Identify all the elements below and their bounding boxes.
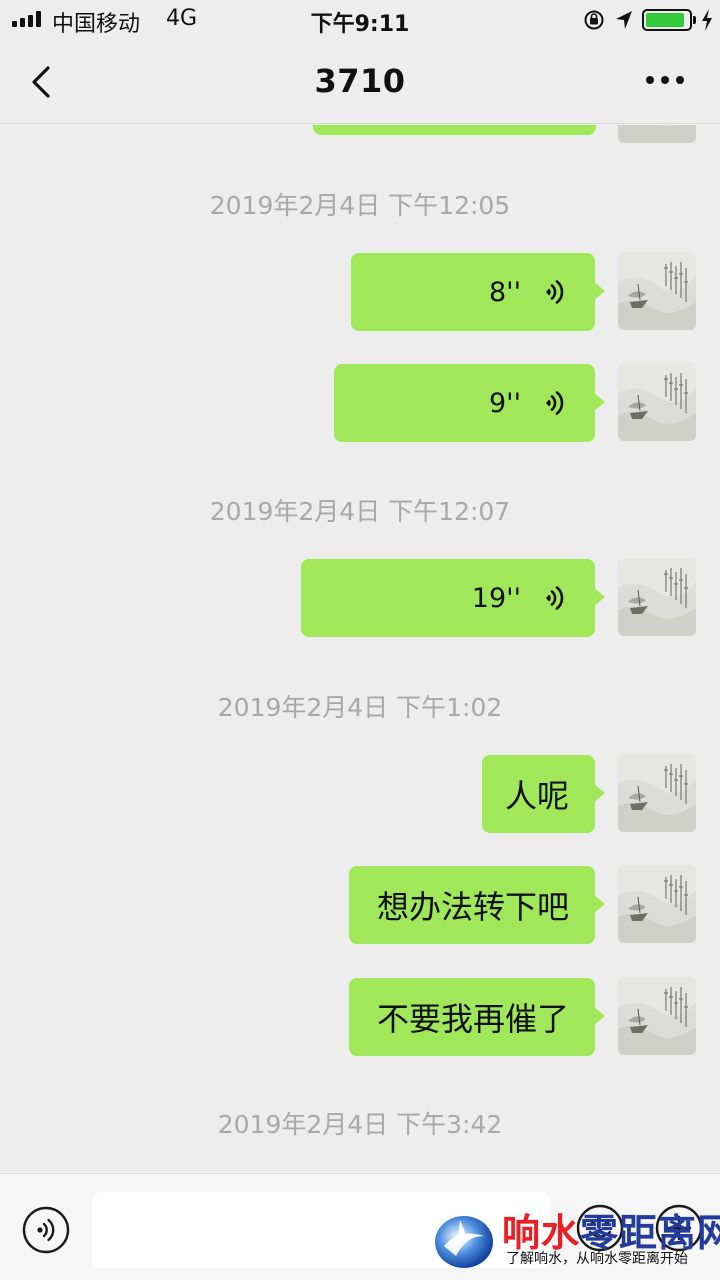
more-dots-icon[interactable]: [646, 76, 684, 84]
timestamp: 2019年2月4日 下午12:05: [209, 191, 511, 220]
avatar[interactable]: [618, 754, 696, 832]
voice-wave-icon: [543, 391, 564, 415]
avatar[interactable]: [618, 977, 696, 1055]
voice-wave-icon: [543, 586, 564, 610]
message-text: 想办法转下吧: [376, 888, 569, 926]
message-text: 不要我再催了: [376, 1000, 569, 1038]
avatar[interactable]: [618, 363, 696, 441]
voice-message-bubble[interactable]: 9'': [334, 364, 605, 442]
battery-icon: [642, 9, 692, 31]
site-watermark: 响水零距离网 了解响水，从响水零距离开始: [430, 1198, 720, 1280]
text-message-bubble[interactable]: 不要我再催了: [349, 978, 605, 1056]
voice-duration: 8'': [488, 276, 521, 308]
location-arrow-icon: [616, 11, 632, 29]
timestamp: 2019年2月4日 下午3:42: [217, 1110, 503, 1139]
message-text: 人呢: [504, 777, 569, 815]
chat-header: 3710: [0, 40, 720, 124]
voice-input-icon[interactable]: [22, 1206, 70, 1254]
rotation-lock-icon: [584, 10, 604, 30]
voice-message-bubble[interactable]: 19'': [301, 559, 605, 637]
avatar[interactable]: [618, 558, 696, 636]
voice-duration: 19'': [471, 582, 521, 614]
chat-title: 3710: [314, 62, 406, 100]
avatar[interactable]: [618, 125, 696, 143]
previous-message-bubble[interactable]: [313, 125, 596, 135]
status-bar: 中国移动 4G 下午9:11: [0, 0, 720, 40]
avatar[interactable]: [618, 865, 696, 943]
watermark-logo-icon: [435, 1216, 493, 1268]
status-time: 下午9:11: [310, 12, 410, 37]
avatar[interactable]: [618, 252, 696, 330]
watermark-slogan: 了解响水，从响水零距离开始: [506, 1251, 688, 1267]
charging-bolt-icon: [702, 9, 712, 31]
text-message-bubble[interactable]: 人呢: [482, 755, 605, 833]
battery-cap: [693, 16, 696, 24]
timestamp: 2019年2月4日 下午12:07: [209, 497, 511, 526]
text-message-bubble[interactable]: 想办法转下吧: [349, 866, 605, 944]
message-list[interactable]: 2019年2月4日 下午12:05 8'' 9'' 2019年2月4日 下午12…: [0, 125, 720, 1173]
voice-message-bubble[interactable]: 8'': [351, 253, 605, 331]
timestamp: 2019年2月4日 下午1:02: [217, 693, 503, 722]
voice-wave-icon: [543, 280, 564, 304]
voice-duration: 9'': [488, 387, 521, 419]
